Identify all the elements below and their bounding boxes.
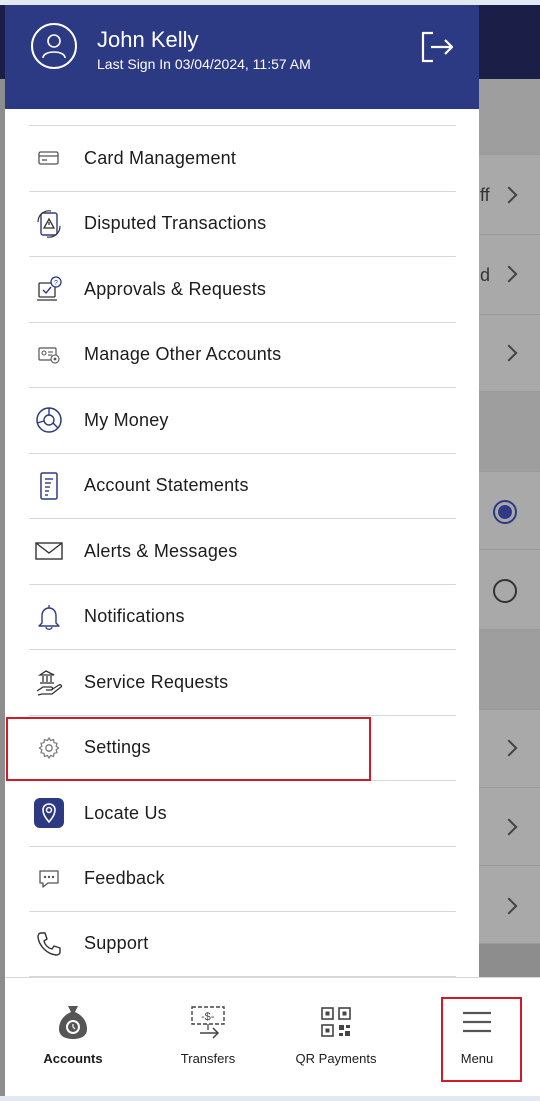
- menu-item-label: Alerts & Messages: [84, 540, 238, 561]
- menu-item-feedback[interactable]: Feedback: [29, 845, 456, 912]
- bell-icon: [29, 597, 69, 637]
- service-hand-icon: [29, 662, 69, 702]
- menu-item-label: Feedback: [84, 868, 165, 889]
- phone-icon: [29, 924, 69, 964]
- menu-item-disputed-transactions[interactable]: Disputed Transactions: [29, 190, 456, 257]
- menu-item-service-requests[interactable]: Service Requests: [29, 649, 456, 715]
- background-section: [479, 630, 540, 710]
- nav-transfers[interactable]: -$- Transfers: [158, 978, 258, 1097]
- svg-text:-$-: -$-: [201, 1011, 215, 1023]
- menu-item-label: Notifications: [84, 606, 185, 627]
- menu-item-label: Card Management: [84, 147, 237, 168]
- last-sign-in: Last Sign In 03/04/2024, 11:57 AM: [97, 56, 311, 72]
- dispute-icon: [29, 204, 69, 244]
- manage-accounts-icon: [29, 335, 69, 375]
- nav-label: Accounts: [43, 1051, 103, 1066]
- nav-accounts[interactable]: Accounts: [23, 978, 123, 1097]
- menu-item-card-management[interactable]: Card Management: [29, 125, 456, 191]
- background-row-text: ff: [480, 185, 490, 205]
- bottom-edge: [0, 1096, 540, 1101]
- menu-item-label: Manage Other Accounts: [84, 344, 282, 365]
- drawer-header: John Kelly Last Sign In 03/04/2024, 11:5…: [5, 5, 479, 109]
- menu-item-locate-us[interactable]: Locate Us: [29, 780, 456, 846]
- transfer-icon: -$-: [188, 1002, 228, 1042]
- menu-item-label: Disputed Transactions: [84, 213, 267, 234]
- menu-item-label: Approvals & Requests: [84, 278, 267, 299]
- radio-selected-icon: [493, 500, 517, 524]
- menu-item-label: Locate Us: [84, 802, 167, 823]
- pie-chart-icon: [29, 400, 69, 440]
- envelope-icon: [29, 531, 69, 571]
- location-pin-icon: [29, 793, 69, 833]
- menu-item-notifications[interactable]: Notifications: [29, 583, 456, 650]
- menu-item-support[interactable]: Support: [29, 911, 456, 977]
- menu-item-alerts-messages[interactable]: Alerts & Messages: [29, 518, 456, 584]
- chat-bubble-icon: [29, 859, 69, 899]
- menu-highlight-box: [441, 997, 522, 1082]
- menu-item-approvals-requests[interactable]: ? Approvals & Requests: [29, 256, 456, 322]
- background-row-text: d: [480, 265, 491, 285]
- menu-item-label: Service Requests: [84, 671, 229, 692]
- svg-text:?: ?: [54, 280, 58, 287]
- logout-icon[interactable]: [417, 27, 457, 67]
- menu-item-manage-other-accounts[interactable]: Manage Other Accounts: [29, 321, 456, 388]
- menu-item-label: Account Statements: [84, 475, 249, 496]
- radio-unselected-icon: [493, 579, 517, 603]
- side-menu-drawer: John Kelly Last Sign In 03/04/2024, 11:5…: [5, 5, 479, 977]
- menu-item-account-statements[interactable]: Account Statements: [29, 452, 456, 519]
- background-section: [479, 392, 540, 472]
- statement-icon: [29, 466, 69, 506]
- menu-item-my-money[interactable]: My Money: [29, 387, 456, 453]
- menu-list: Card Management Disputed Transactions ? …: [29, 125, 456, 977]
- nav-label: Transfers: [180, 1051, 236, 1066]
- money-bag-icon: [53, 1002, 93, 1042]
- card-icon: [29, 138, 69, 178]
- user-name: John Kelly: [97, 27, 199, 52]
- menu-item-label: My Money: [84, 409, 169, 430]
- nav-qr-payments[interactable]: QR Payments: [286, 978, 386, 1097]
- background-section: [479, 79, 540, 155]
- nav-label: QR Payments: [295, 1051, 377, 1066]
- qr-code-icon: [316, 1002, 356, 1042]
- settings-highlight-box: [6, 717, 371, 781]
- approval-icon: ?: [29, 269, 69, 309]
- user-avatar-icon[interactable]: [31, 23, 77, 69]
- menu-item-label: Support: [84, 933, 149, 954]
